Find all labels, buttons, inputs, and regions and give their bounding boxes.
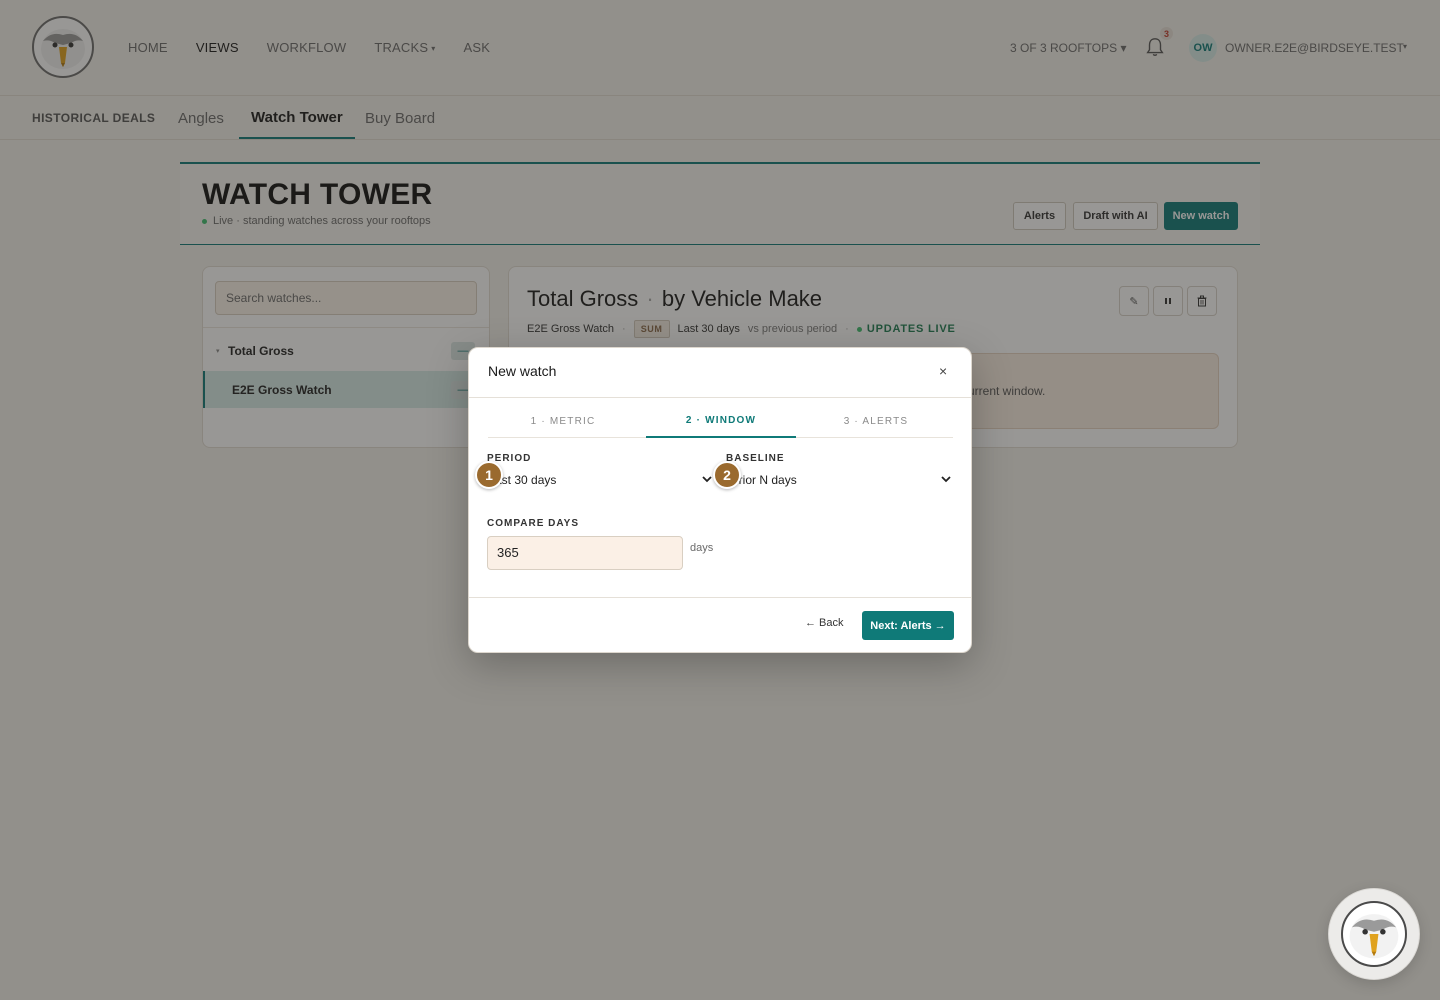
assistant-button[interactable] <box>1328 888 1420 980</box>
modal-title: New watch <box>488 363 557 379</box>
page: HOME VIEWS WORKFLOW TRACKS ▾ ASK 3 OF 3 R… <box>0 0 1440 1000</box>
step-alerts[interactable]: 3 · ALERTS <box>801 404 951 438</box>
annotation-marker-2: 2 <box>713 461 741 489</box>
chevron-down-icon <box>702 476 712 483</box>
baseline-label: BASELINE <box>726 453 785 464</box>
divider <box>469 597 971 598</box>
period-select[interactable]: ast 30 days <box>487 468 713 492</box>
chevron-down-icon <box>941 476 951 483</box>
eagle-logo-icon <box>1341 901 1407 967</box>
close-icon[interactable]: × <box>939 363 947 379</box>
annotation-marker-1: 1 <box>475 461 503 489</box>
new-watch-modal: New watch × 1 · METRIC 2 · WINDOW 3 · AL… <box>468 347 972 653</box>
step-metric[interactable]: 1 · METRIC <box>488 404 638 438</box>
back-button[interactable]: ← Back <box>805 617 844 629</box>
baseline-select[interactable]: prior N days <box>726 468 952 492</box>
divider <box>469 397 971 398</box>
compare-days-unit: days <box>690 542 714 554</box>
compare-days-label: COMPARE DAYS <box>487 518 580 529</box>
wizard-steps: 1 · METRIC 2 · WINDOW 3 · ALERTS <box>488 404 953 438</box>
step-window[interactable]: 2 · WINDOW <box>646 404 796 438</box>
next-alerts-button[interactable]: Next: Alerts → <box>862 611 954 640</box>
compare-days-input[interactable]: 365 <box>487 536 683 570</box>
